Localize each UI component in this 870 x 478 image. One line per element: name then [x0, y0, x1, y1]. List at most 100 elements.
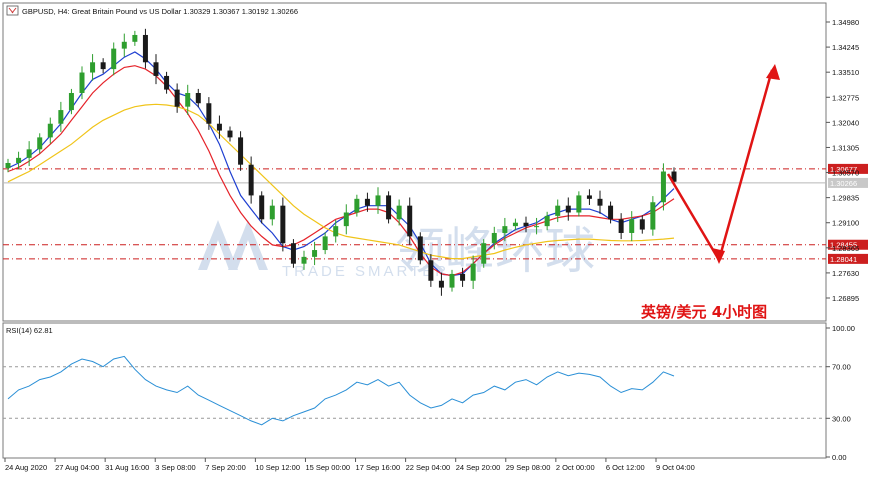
price-tick-label: 1.34245 [832, 43, 859, 52]
rsi-panel-frame [2, 322, 827, 459]
candle-bull [312, 250, 318, 257]
price-tick-label: 1.29835 [832, 194, 859, 203]
price-level-label: 1.30266 [830, 179, 857, 188]
candle-bull [132, 34, 138, 42]
time-tick-label: 27 Aug 04:00 [55, 463, 99, 472]
candle-bear [460, 273, 466, 281]
candle-bull [68, 93, 74, 111]
rsi-tick-label: 30.00 [832, 414, 851, 423]
candle-bear [565, 205, 571, 213]
candle-bull [629, 219, 635, 233]
time-tick-label: 24 Sep 20:00 [456, 463, 501, 472]
candle-bull [354, 198, 360, 213]
candle-bull [90, 62, 96, 73]
price-tick-label: 1.32775 [832, 93, 859, 102]
candle-bull [534, 226, 540, 228]
time-tick-label: 22 Sep 04:00 [406, 463, 451, 472]
candle-bull [79, 72, 85, 94]
rsi-tick-label: 70.00 [832, 363, 851, 372]
candle-bull [301, 256, 307, 264]
candle-bull [322, 236, 328, 251]
candle-bear [407, 205, 413, 237]
candle-bull [121, 41, 127, 49]
candle-bull [660, 171, 666, 203]
candle-bear [608, 205, 614, 220]
candle-bear [639, 219, 645, 230]
candle-bull [37, 137, 43, 150]
candle-bear [206, 103, 212, 124]
time-tick-label: 17 Sep 16:00 [356, 463, 401, 472]
candle-bull [47, 123, 53, 138]
candle-bull [396, 205, 402, 220]
candle-bear [586, 195, 592, 199]
candle-bear [618, 219, 624, 233]
time-axis: 24 Aug 2020 27 Aug 04:00 31 Aug 16:00 3 Sep… [4, 458, 695, 472]
candle-bear [248, 164, 254, 196]
candle-bear [142, 34, 148, 63]
candle-bear [100, 62, 106, 70]
candle-bull [502, 226, 508, 233]
candle-bear [216, 123, 222, 131]
candle-bull [449, 273, 455, 288]
time-tick-label: 31 Aug 16:00 [105, 463, 149, 472]
watermark-slogan: TRADE SMARTER [282, 263, 449, 280]
price-tick-label: 1.29100 [832, 219, 859, 228]
time-tick-label: 3 Sep 08:00 [155, 463, 195, 472]
candle-bear [523, 222, 529, 227]
symbol-info: GBPUSD, H4: Great Britain Pound vs US Do… [22, 7, 298, 16]
candle-bull [512, 222, 518, 227]
candle-bear [153, 62, 159, 76]
time-tick-label: 24 Aug 2020 [5, 463, 47, 472]
candle-bull [375, 195, 381, 206]
candle-bull [343, 212, 349, 227]
price-tick-label: 1.34980 [832, 18, 859, 27]
candle-bear [364, 198, 370, 206]
candle-bull [544, 215, 550, 227]
candle-bull [555, 205, 561, 216]
time-tick-label: 2 Oct 00:00 [556, 463, 595, 472]
candle-bull [26, 149, 32, 158]
price-tick-label: 1.31305 [832, 143, 859, 152]
candle-bull [333, 226, 339, 237]
rsi-tick-label: 0.00 [832, 453, 847, 462]
time-tick-label: 9 Oct 04:00 [656, 463, 695, 472]
symbol-info-icon [6, 5, 19, 16]
candle-bull [58, 110, 64, 124]
candle-bear [259, 195, 265, 220]
candle-bull [491, 232, 497, 244]
time-tick-label: 10 Sep 12:00 [255, 463, 300, 472]
rsi-title: RSI(14) 62.81 [6, 326, 53, 335]
candle-bear [280, 205, 286, 244]
candle-bear [386, 195, 392, 220]
candle-bear [428, 260, 434, 281]
candle-bear [195, 93, 201, 104]
candle-bull [111, 48, 117, 70]
candle-bear [290, 243, 296, 264]
rsi-tick-label: 100.00 [832, 324, 855, 333]
candle-bull [185, 93, 191, 107]
price-tick-label: 1.30570 [832, 169, 859, 178]
candle-bear [597, 198, 603, 206]
candle-bull [481, 243, 487, 264]
candle-bear [174, 89, 180, 107]
candle-bull [16, 157, 22, 163]
candle-bear [417, 236, 423, 261]
trading-chart: 领峰环球 TRADE SMARTER 1.306771.302661.28455… [2, 2, 868, 472]
candle-bear [238, 137, 244, 165]
time-tick-label: 6 Oct 12:00 [606, 463, 645, 472]
price-tick-label: 1.27630 [832, 269, 859, 278]
price-tick-label: 1.26895 [832, 294, 859, 303]
chart-annotation-title: 英镑/美元 4小时图 [641, 303, 767, 321]
candle-bull [470, 263, 476, 281]
time-tick-label: 29 Sep 08:00 [506, 463, 551, 472]
candle-bull [650, 202, 656, 230]
candle-bull [269, 205, 275, 220]
candle-bear [227, 130, 233, 138]
candle-bear [164, 75, 170, 90]
price-tick-label: 1.33510 [832, 68, 859, 77]
price-level-label: 1.28041 [830, 255, 857, 264]
time-tick-label: 7 Sep 20:00 [205, 463, 245, 472]
price-tick-label: 1.28365 [832, 244, 859, 253]
candle-bull [576, 195, 582, 213]
rsi-axis: 100.00 70.00 30.00 0.00 [826, 324, 855, 462]
